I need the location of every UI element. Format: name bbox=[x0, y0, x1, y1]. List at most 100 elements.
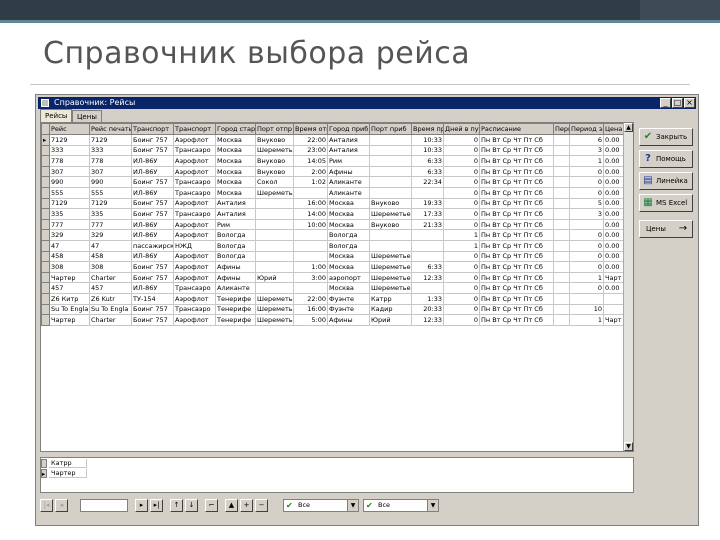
table-cell[interactable]: 47 bbox=[49, 240, 90, 252]
table-cell[interactable]: ИЛ-86У bbox=[131, 219, 174, 231]
table-cell[interactable] bbox=[369, 134, 412, 146]
table-cell[interactable]: Москва bbox=[215, 166, 256, 178]
table-cell[interactable]: 6:33 bbox=[411, 261, 444, 273]
table-cell[interactable]: 0 bbox=[569, 166, 604, 178]
table-cell[interactable]: Шереметьев bbox=[255, 145, 294, 157]
table-cell[interactable]: Москва bbox=[327, 251, 370, 263]
table-cell[interactable]: Москва bbox=[327, 219, 370, 231]
column-header[interactable]: Транспорт bbox=[131, 123, 174, 135]
table-cell[interactable] bbox=[369, 229, 412, 241]
table-cell[interactable]: Боинг 757 bbox=[131, 134, 174, 146]
table-cell[interactable]: 0 bbox=[443, 272, 480, 284]
table-cell[interactable]: Рим bbox=[327, 155, 370, 167]
table-cell[interactable]: 0 bbox=[569, 229, 604, 241]
table-cell[interactable]: Аэрофлот bbox=[173, 272, 216, 284]
table-cell[interactable]: 0 bbox=[443, 304, 480, 316]
table-cell[interactable]: Пн Вт Ср Чт Пт Сб bbox=[479, 272, 554, 284]
table-cell[interactable]: Боинг 757 bbox=[131, 176, 174, 188]
table-cell[interactable]: Анталия bbox=[215, 198, 256, 210]
table-cell[interactable]: Внуково bbox=[369, 219, 412, 231]
table-cell[interactable]: Шереметьев bbox=[369, 272, 412, 284]
table-cell[interactable]: Шереметьев bbox=[369, 208, 412, 220]
table-cell[interactable]: Москва bbox=[215, 145, 256, 157]
table-cell[interactable]: ИЛ-86У bbox=[131, 282, 174, 294]
table-cell[interactable] bbox=[255, 240, 294, 252]
table-cell[interactable]: Аэрофлот bbox=[173, 229, 216, 241]
table-cell[interactable]: Кадир bbox=[369, 304, 412, 316]
table-cell[interactable] bbox=[553, 304, 570, 316]
table-cell[interactable]: Фуэнте bbox=[327, 293, 370, 305]
table-cell[interactable]: 1:00 bbox=[293, 261, 328, 273]
table-cell[interactable]: аэропорт bbox=[327, 272, 370, 284]
maximize-icon[interactable]: □ bbox=[672, 98, 683, 108]
table-cell[interactable] bbox=[553, 272, 570, 284]
table-cell[interactable]: 778 bbox=[49, 155, 90, 167]
table-row[interactable]: Z6 Китр Z6 Kutr ТУ-154 Аэрофлот Тенерифе Шере… bbox=[41, 292, 628, 305]
table-cell[interactable]: 14:00 bbox=[293, 208, 328, 220]
table-cell[interactable]: Пн Вт Ср Чт Пт Сб bbox=[479, 198, 554, 210]
table-cell[interactable]: Афины bbox=[327, 314, 370, 326]
table-cell[interactable]: 1:33 bbox=[411, 293, 444, 305]
table-cell[interactable]: Анталия bbox=[215, 208, 256, 220]
table-cell[interactable]: Шереметьев bbox=[369, 261, 412, 273]
close-icon[interactable]: × bbox=[684, 98, 695, 108]
table-cell[interactable]: Аэрофлот bbox=[173, 134, 216, 146]
table-cell[interactable]: 457 bbox=[49, 282, 90, 294]
table-cell[interactable] bbox=[411, 229, 444, 241]
tab-flights[interactable]: Рейсы bbox=[40, 109, 73, 122]
filter1-select[interactable]: ✔ Все ▼ bbox=[283, 499, 359, 512]
column-header[interactable]: Дней в пут bbox=[443, 123, 480, 135]
table-cell[interactable]: 458 bbox=[89, 251, 132, 263]
table-cell[interactable]: 23:00 bbox=[293, 145, 328, 157]
sub-grid[interactable]: Катрр ▸ Чартер bbox=[40, 457, 634, 493]
table-row[interactable]: ▸ 7129 7129 Боинг 757 Аэрофлот Москва Внуково 2… bbox=[41, 134, 628, 146]
table-cell[interactable]: 777 bbox=[89, 219, 132, 231]
last-record-icon[interactable]: ▸| bbox=[150, 499, 163, 512]
column-header[interactable]: Расписание bbox=[479, 123, 554, 135]
table-cell[interactable]: 0 bbox=[443, 134, 480, 146]
table-cell[interactable]: 333 bbox=[89, 145, 132, 157]
table-cell[interactable] bbox=[553, 240, 570, 252]
table-cell[interactable]: Пн Вт Ср Чт Пт Сб bbox=[479, 240, 554, 252]
delete-record-icon[interactable]: − bbox=[255, 499, 268, 512]
prior-record-icon[interactable]: ◂ bbox=[55, 499, 68, 512]
table-cell[interactable]: Боинг 757 bbox=[131, 198, 174, 210]
table-cell[interactable]: Боинг 757 bbox=[131, 304, 174, 316]
table-cell[interactable]: 2:00 bbox=[293, 166, 328, 178]
table-cell[interactable]: 1:02 bbox=[293, 176, 328, 188]
table-cell[interactable]: 10:33 bbox=[411, 134, 444, 146]
column-header[interactable]: Время отпр bbox=[293, 123, 328, 135]
table-cell[interactable]: Аэрофлот bbox=[173, 198, 216, 210]
column-header[interactable]: Период заказ bbox=[569, 123, 604, 135]
table-cell[interactable]: ТУ-154 bbox=[131, 293, 174, 305]
table-row[interactable]: 778 778 ИЛ-86У Аэрофлот Москва Внуково 14:05 Ри… bbox=[41, 155, 628, 167]
table-cell[interactable]: 3 bbox=[569, 208, 604, 220]
table-cell[interactable]: Москва bbox=[327, 282, 370, 294]
table-cell[interactable]: Боинг 757 bbox=[131, 208, 174, 220]
table-cell[interactable]: Пн Вт Ср Чт Пт Сб bbox=[479, 251, 554, 263]
filter-icon[interactable]: ⌐ bbox=[205, 499, 218, 512]
table-cell[interactable]: Москва bbox=[215, 155, 256, 167]
column-header[interactable]: Период bbox=[553, 123, 570, 135]
table-cell[interactable]: 5:00 bbox=[293, 314, 328, 326]
table-cell[interactable]: Вологда bbox=[215, 251, 256, 263]
table-cell[interactable]: 47 bbox=[89, 240, 132, 252]
table-cell[interactable]: Москва bbox=[215, 134, 256, 146]
table-cell[interactable]: Аэрофлот bbox=[173, 155, 216, 167]
table-cell[interactable]: Трансаэро bbox=[173, 304, 216, 316]
table-cell[interactable]: ИЛ-86У bbox=[131, 155, 174, 167]
table-cell[interactable]: 19:33 bbox=[411, 198, 444, 210]
table-cell[interactable] bbox=[553, 282, 570, 294]
table-cell[interactable] bbox=[293, 187, 328, 199]
table-cell[interactable]: Вологда bbox=[327, 229, 370, 241]
table-cell[interactable] bbox=[553, 187, 570, 199]
table-cell[interactable]: 0 bbox=[443, 219, 480, 231]
table-cell[interactable]: 0 bbox=[569, 176, 604, 188]
table-cell[interactable]: 0 bbox=[443, 145, 480, 157]
table-cell[interactable]: 0 bbox=[569, 187, 604, 199]
table-cell[interactable]: Юрий bbox=[369, 314, 412, 326]
table-cell[interactable] bbox=[553, 155, 570, 167]
ruler-button[interactable]: ▤ Линейка bbox=[639, 172, 693, 190]
minimize-icon[interactable]: _ bbox=[660, 98, 671, 108]
table-cell[interactable] bbox=[255, 198, 294, 210]
